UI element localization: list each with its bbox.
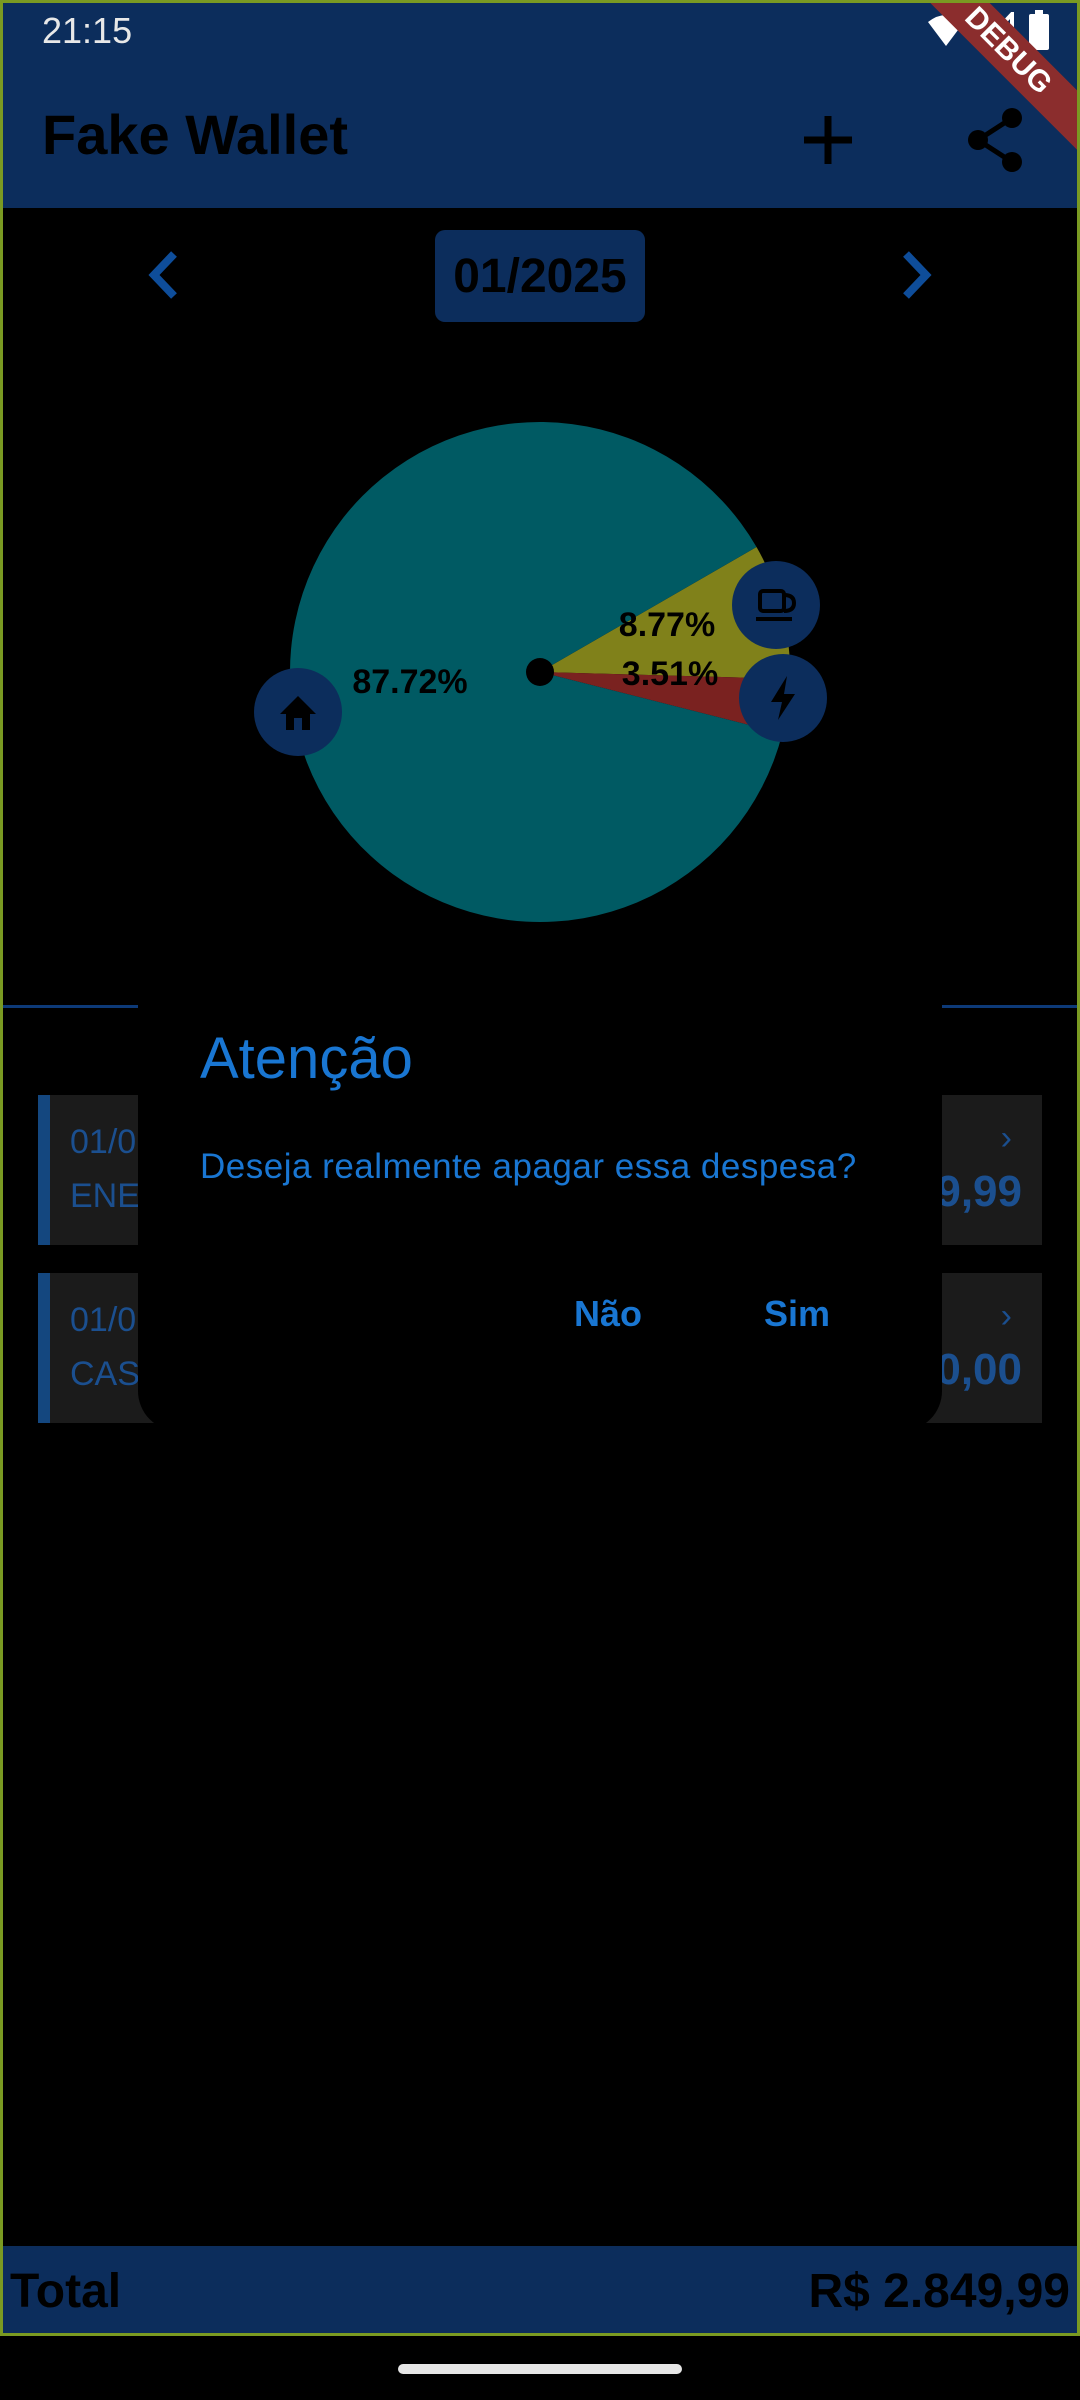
slice-label: 8.77% [619, 606, 715, 644]
expense-pie-chart: 87.72% 8.77% 3.51% [0, 400, 1080, 960]
chevron-right-icon [903, 251, 932, 299]
slice-label: 3.51% [622, 655, 718, 693]
expense-date: 01/0 [70, 1301, 137, 1339]
confirm-delete-dialog: Atenção Deseja realmente apagar essa des… [138, 1003, 942, 1431]
slice-label: 87.72% [352, 663, 467, 701]
prev-month-button[interactable] [130, 240, 200, 310]
confirm-button[interactable]: Sim [764, 1293, 830, 1335]
coffee-icon [732, 561, 820, 649]
page-title: Fake Wallet [42, 103, 349, 166]
month-selector[interactable]: 01/2025 [435, 230, 645, 322]
chevron-right-icon: › [1000, 1297, 1012, 1335]
expense-date: 01/0 [70, 1123, 137, 1161]
cancel-button[interactable]: Não [574, 1293, 642, 1335]
expense-value: 9,99 [936, 1167, 1022, 1216]
add-icon [804, 116, 852, 164]
expense-name: ENE [70, 1177, 140, 1215]
share-icon [968, 108, 1022, 172]
status-time: 21:15 [42, 10, 133, 51]
chevron-right-icon: › [1000, 1119, 1012, 1157]
next-month-button[interactable] [880, 240, 950, 310]
share-button[interactable] [956, 100, 1036, 180]
chevron-left-icon [148, 251, 177, 299]
total-bar: Total R$ 2.849,99 [0, 2246, 1080, 2336]
bolt-icon [739, 654, 827, 742]
dialog-title: Atenção [200, 1026, 413, 1091]
add-button[interactable] [788, 100, 868, 180]
total-value: R$ 2.849,99 [808, 2265, 1070, 2318]
dialog-message: Deseja realmente apagar essa despesa? [200, 1147, 857, 1186]
app-bar: 21:15 Fake Wallet [0, 0, 1080, 208]
pie-center [526, 658, 554, 686]
expense-value: 0,00 [936, 1345, 1022, 1394]
home-indicator[interactable] [398, 2364, 682, 2374]
home-icon [254, 668, 342, 756]
total-label: Total [10, 2265, 122, 2318]
expense-name: CAS [70, 1355, 140, 1393]
